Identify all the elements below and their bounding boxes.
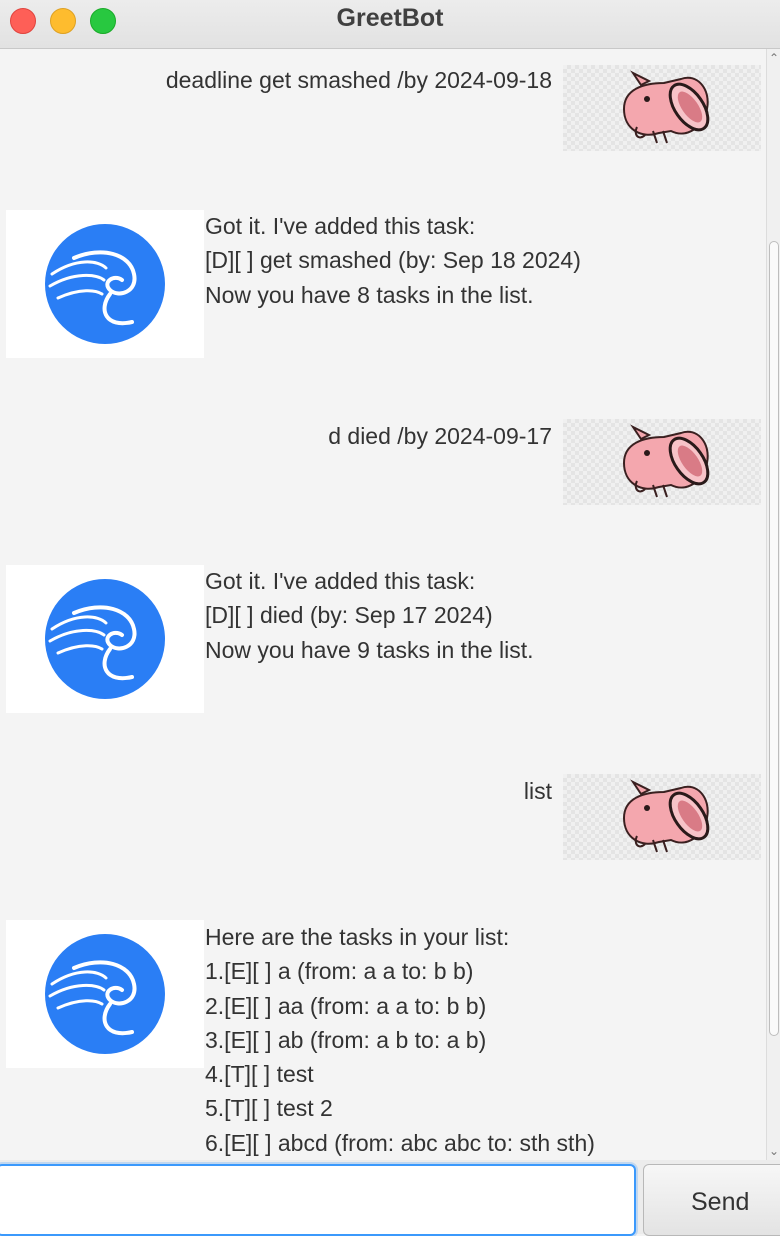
pig-avatar-icon (563, 419, 761, 505)
user-message-text: list (523, 778, 552, 804)
message-input[interactable] (0, 1164, 636, 1236)
window-title: GreetBot (336, 4, 444, 32)
title-bar: GreetBot (0, 0, 780, 49)
scrollbar-thumb[interactable] (769, 241, 779, 1036)
bot-message-text: Got it. I've added this task: [D][ ] get… (205, 213, 581, 308)
user-message-text: deadline get smashed /by 2024-09-18 (165, 67, 552, 93)
pig-avatar-icon (563, 774, 761, 860)
scroll-down-icon[interactable]: ⌄ (767, 1144, 780, 1158)
user-message-text: d died /by 2024-09-17 (328, 423, 552, 449)
scroll-up-icon[interactable]: ⌃ (767, 51, 780, 65)
bot-message-text: Got it. I've added this task: [D][ ] die… (205, 568, 534, 663)
dragon-logo-icon (6, 210, 204, 358)
send-button[interactable]: Send (643, 1164, 780, 1236)
dragon-logo-icon (6, 565, 204, 713)
bot-message-text: Here are the tasks in your list: 1.[E][ … (205, 924, 595, 1156)
vertical-scrollbar[interactable]: ⌃ ⌄ (766, 49, 780, 1160)
pig-avatar-icon (563, 65, 761, 151)
chat-scroll-pane[interactable]: deadline get smashed /by 2024-09-18 Got … (0, 49, 766, 1160)
input-bar: Send (0, 1160, 780, 1236)
dragon-logo-icon (6, 920, 204, 1068)
